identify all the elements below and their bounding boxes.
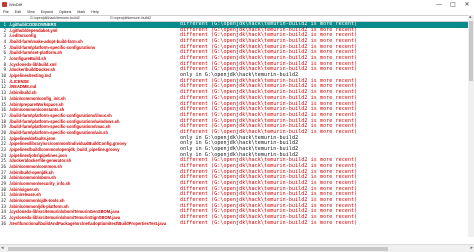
scroll-up-icon[interactable]: ▴ xyxy=(469,14,472,21)
scroll-left-icon[interactable]: ◂ xyxy=(1,245,4,252)
list-item[interactable]: 36 .\test\functional\buildAndPackage\src\… xyxy=(0,219,468,227)
title-bar: WinDiff — □ ✕ xyxy=(0,0,474,9)
maximize-button[interactable]: □ xyxy=(446,0,460,9)
right-root-path: G:\openjdk\temurin-build2 xyxy=(110,16,152,20)
compare-status: different (G:\openjdk\hack\temurin-build… xyxy=(180,219,358,226)
vertical-scrollbar[interactable]: ▴ xyxy=(468,14,474,237)
close-button[interactable]: ✕ xyxy=(460,0,474,9)
file-list[interactable]: 1 .\.github\CODEOWNERS different (G:\openj… xyxy=(0,22,468,238)
window-controls: — □ ✕ xyxy=(432,0,474,9)
scroll-right-icon[interactable]: ▸ xyxy=(470,245,473,252)
row-number: 36 xyxy=(0,220,6,226)
file-path: .\test\functional\buildAndPackage\src\ne… xyxy=(9,220,167,226)
left-root-path: G:\openjdk\hack\temurin-build2 xyxy=(30,16,80,20)
horizontal-scrollbar[interactable]: ◂ ▸ xyxy=(0,244,474,252)
app-icon xyxy=(2,2,7,7)
vertical-scroll-thumb[interactable] xyxy=(469,21,473,81)
window-title: WinDiff xyxy=(9,2,22,7)
horizontal-scroll-thumb[interactable] xyxy=(8,247,388,251)
minimize-button[interactable]: — xyxy=(432,0,446,9)
compare-header: G:\openjdk\hack\temurin-build2 G:\openjd… xyxy=(0,15,474,22)
